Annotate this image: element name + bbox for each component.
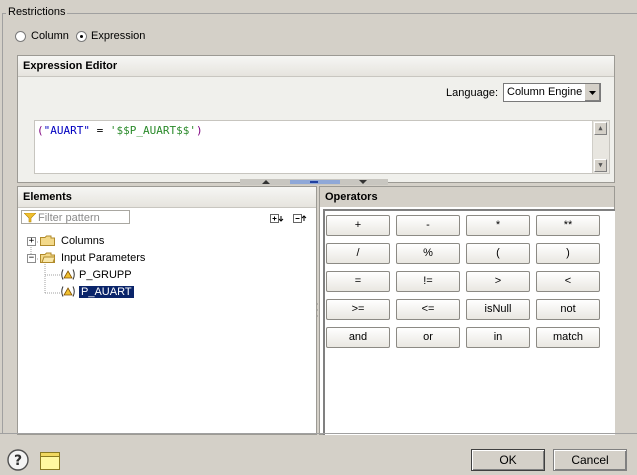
operators-title: Operators — [320, 187, 614, 207]
operator-button[interactable]: / — [326, 243, 390, 264]
expression-token: "AUART" — [43, 124, 90, 137]
operator-button[interactable]: isNull — [466, 299, 530, 320]
scroll-down-button[interactable]: ▼ — [594, 159, 607, 172]
expression-editor-title: Expression Editor — [18, 56, 614, 77]
ok-button[interactable]: OK — [471, 449, 545, 471]
expression-textarea[interactable]: ("AUART" = '$$P_AUART$$') ▲ ▼ — [34, 120, 610, 174]
operator-button[interactable]: ** — [536, 215, 600, 236]
selected-label: P_AUART — [79, 286, 134, 298]
operator-button[interactable]: <= — [396, 299, 460, 320]
operator-button[interactable]: * — [466, 215, 530, 236]
operator-button[interactable]: >= — [326, 299, 390, 320]
footer-divider — [0, 433, 637, 434]
tree-item-p-auart[interactable]: P_AUART — [79, 284, 134, 300]
operator-button[interactable]: not — [536, 299, 600, 320]
input-parameters-expander[interactable]: − — [27, 254, 36, 263]
expression-scrollbar[interactable]: ▲ ▼ — [592, 121, 609, 173]
elements-panel: Elements Filter pattern + Columns − Inpu… — [17, 186, 317, 435]
operator-button[interactable]: = — [326, 271, 390, 292]
operator-button[interactable]: - — [396, 215, 460, 236]
scroll-up-button[interactable]: ▲ — [594, 122, 607, 135]
language-label: Language: — [446, 87, 498, 99]
operator-button[interactable]: % — [396, 243, 460, 264]
operator-button[interactable]: ) — [536, 243, 600, 264]
collapse-all-icon[interactable] — [293, 213, 309, 224]
language-select[interactable]: Column Engine — [503, 83, 601, 102]
operator-button[interactable]: and — [326, 327, 390, 348]
operator-button[interactable]: < — [536, 271, 600, 292]
note-icon[interactable] — [39, 451, 61, 471]
parameter-icon — [61, 269, 75, 280]
columns-expander[interactable]: + — [27, 237, 36, 246]
chevron-down-icon[interactable] — [584, 84, 600, 101]
horizontal-splitter[interactable] — [240, 179, 388, 185]
operator-button[interactable]: match — [536, 327, 600, 348]
restrictions-title: Restrictions — [6, 6, 68, 18]
svg-text:?: ? — [14, 453, 22, 469]
operator-button[interactable]: ( — [466, 243, 530, 264]
expression-text: ("AUART" = '$$P_AUART$$') — [37, 124, 203, 137]
cancel-button[interactable]: Cancel — [553, 449, 627, 471]
expand-all-icon[interactable] — [270, 213, 286, 224]
expression-editor-panel: Expression Editor Language: ("AUART" = '… — [17, 55, 615, 183]
tree-item-p-grupp[interactable]: P_GRUPP — [79, 267, 132, 283]
tree-item-columns[interactable]: Columns — [61, 233, 104, 249]
operator-button[interactable]: in — [466, 327, 530, 348]
expression-radio[interactable] — [76, 31, 87, 42]
operator-button[interactable]: or — [396, 327, 460, 348]
operator-button[interactable]: != — [396, 271, 460, 292]
language-select-value: Column Engine — [507, 86, 583, 98]
column-radio-label[interactable]: Column — [31, 30, 69, 42]
operator-button[interactable]: + — [326, 215, 390, 236]
expression-token: ) — [195, 124, 203, 137]
open-folder-icon — [40, 252, 55, 263]
column-radio[interactable] — [15, 31, 26, 42]
expression-token: '$$P_AUART$$' — [109, 124, 196, 137]
expression-radio-label[interactable]: Expression — [91, 30, 145, 42]
operator-button[interactable]: > — [466, 271, 530, 292]
tree-item-input-parameters[interactable]: Input Parameters — [61, 250, 145, 266]
folder-icon — [40, 235, 55, 246]
expression-token: = — [89, 124, 110, 137]
expression-token: ( — [37, 124, 44, 137]
operators-panel: Operators + - * ** /%() = != > < >= <= isNull not and… — [319, 186, 615, 435]
parameter-icon — [61, 286, 75, 297]
help-icon[interactable]: ? — [7, 449, 29, 471]
